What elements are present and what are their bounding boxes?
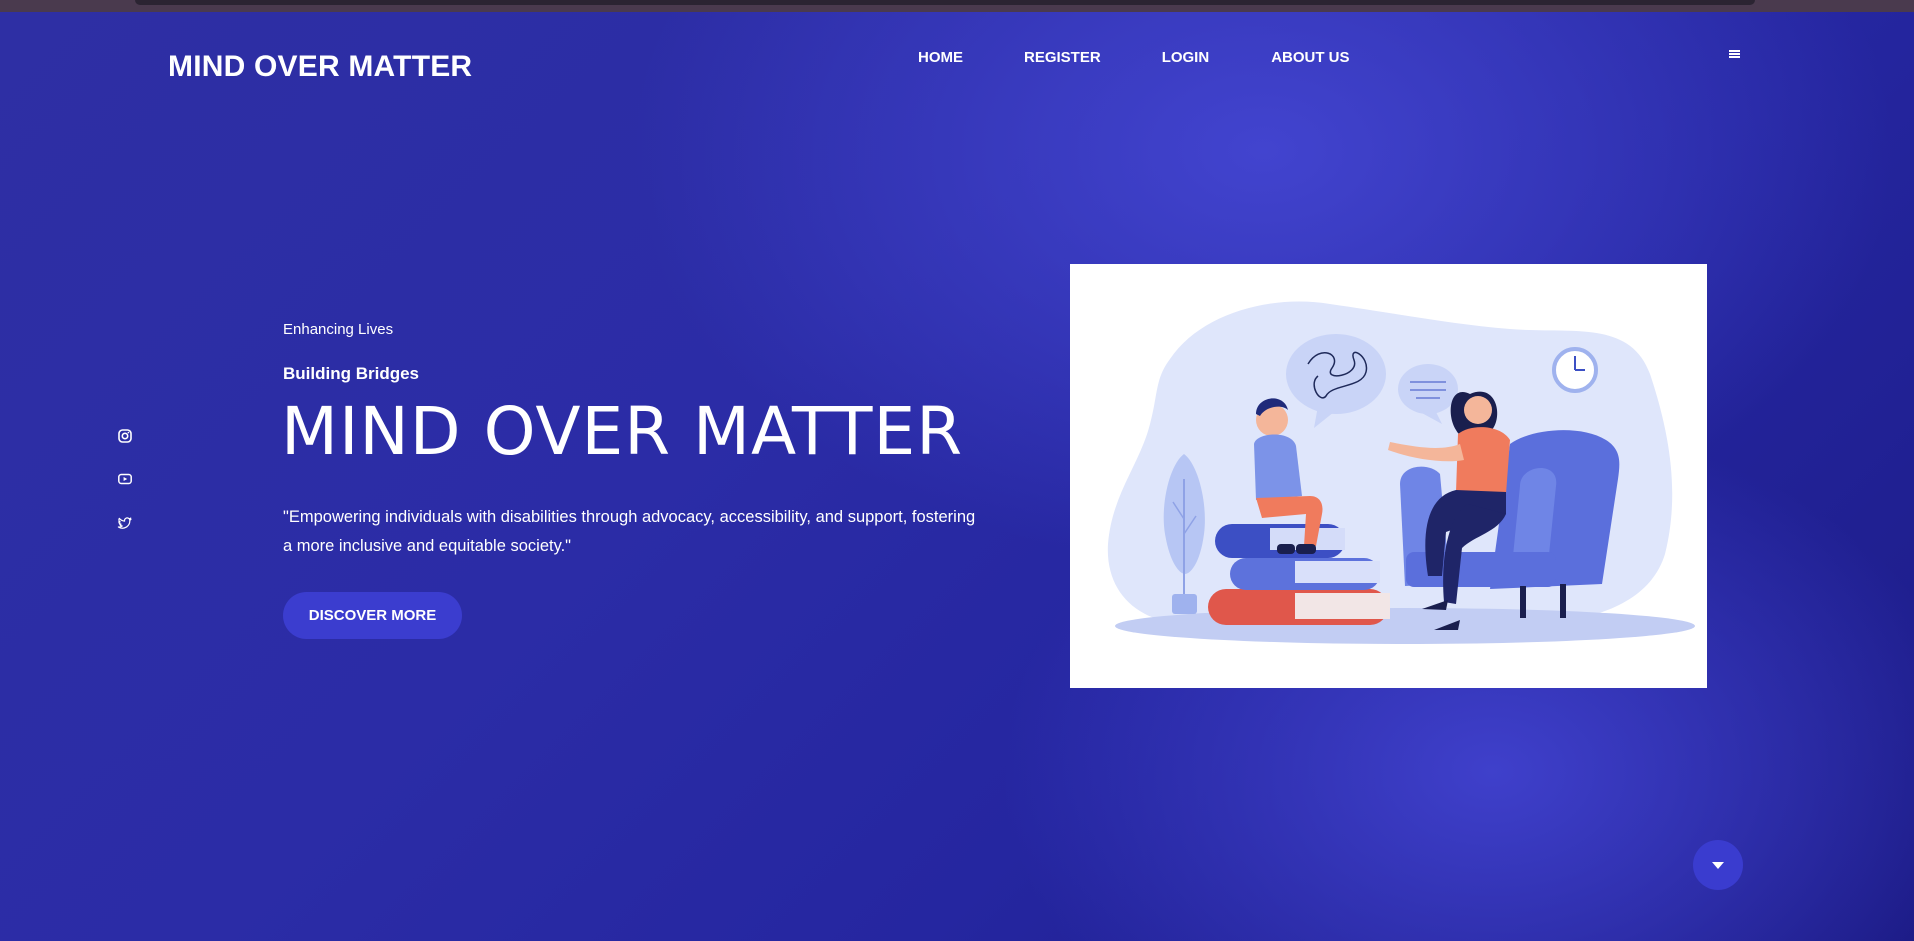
nav-about-us[interactable]: ABOUT US — [1271, 49, 1349, 66]
nav-home[interactable]: HOME — [918, 49, 963, 66]
hero-eyebrow: Enhancing Lives — [283, 321, 394, 338]
twitter-icon[interactable] — [117, 515, 133, 531]
site-logo[interactable]: MIND OVER MATTER — [168, 50, 472, 84]
floor-shadow — [1115, 608, 1695, 644]
instagram-icon[interactable] — [117, 428, 133, 444]
scroll-down-button[interactable] — [1693, 840, 1743, 890]
hamburger-icon[interactable] — [1729, 50, 1740, 58]
youtube-icon[interactable] — [117, 471, 133, 487]
clock-icon — [1552, 347, 1598, 393]
caret-down-icon — [1712, 861, 1724, 869]
browser-top-bar — [0, 0, 1914, 12]
discover-more-button[interactable]: DISCOVER MORE — [283, 592, 462, 639]
hero-tagline: "Empowering individuals with disabilitie… — [283, 508, 976, 555]
browser-top-strip — [135, 0, 1755, 5]
hero-illustration — [1070, 264, 1707, 688]
hero-subheading: Building Bridges — [283, 364, 419, 383]
nav-register[interactable]: REGISTER — [1024, 49, 1101, 66]
main-nav: HOME REGISTER LOGIN ABOUT US — [918, 49, 1411, 66]
nav-login[interactable]: LOGIN — [1162, 49, 1210, 66]
hero-title: MIND OVER MATTER — [281, 393, 964, 470]
